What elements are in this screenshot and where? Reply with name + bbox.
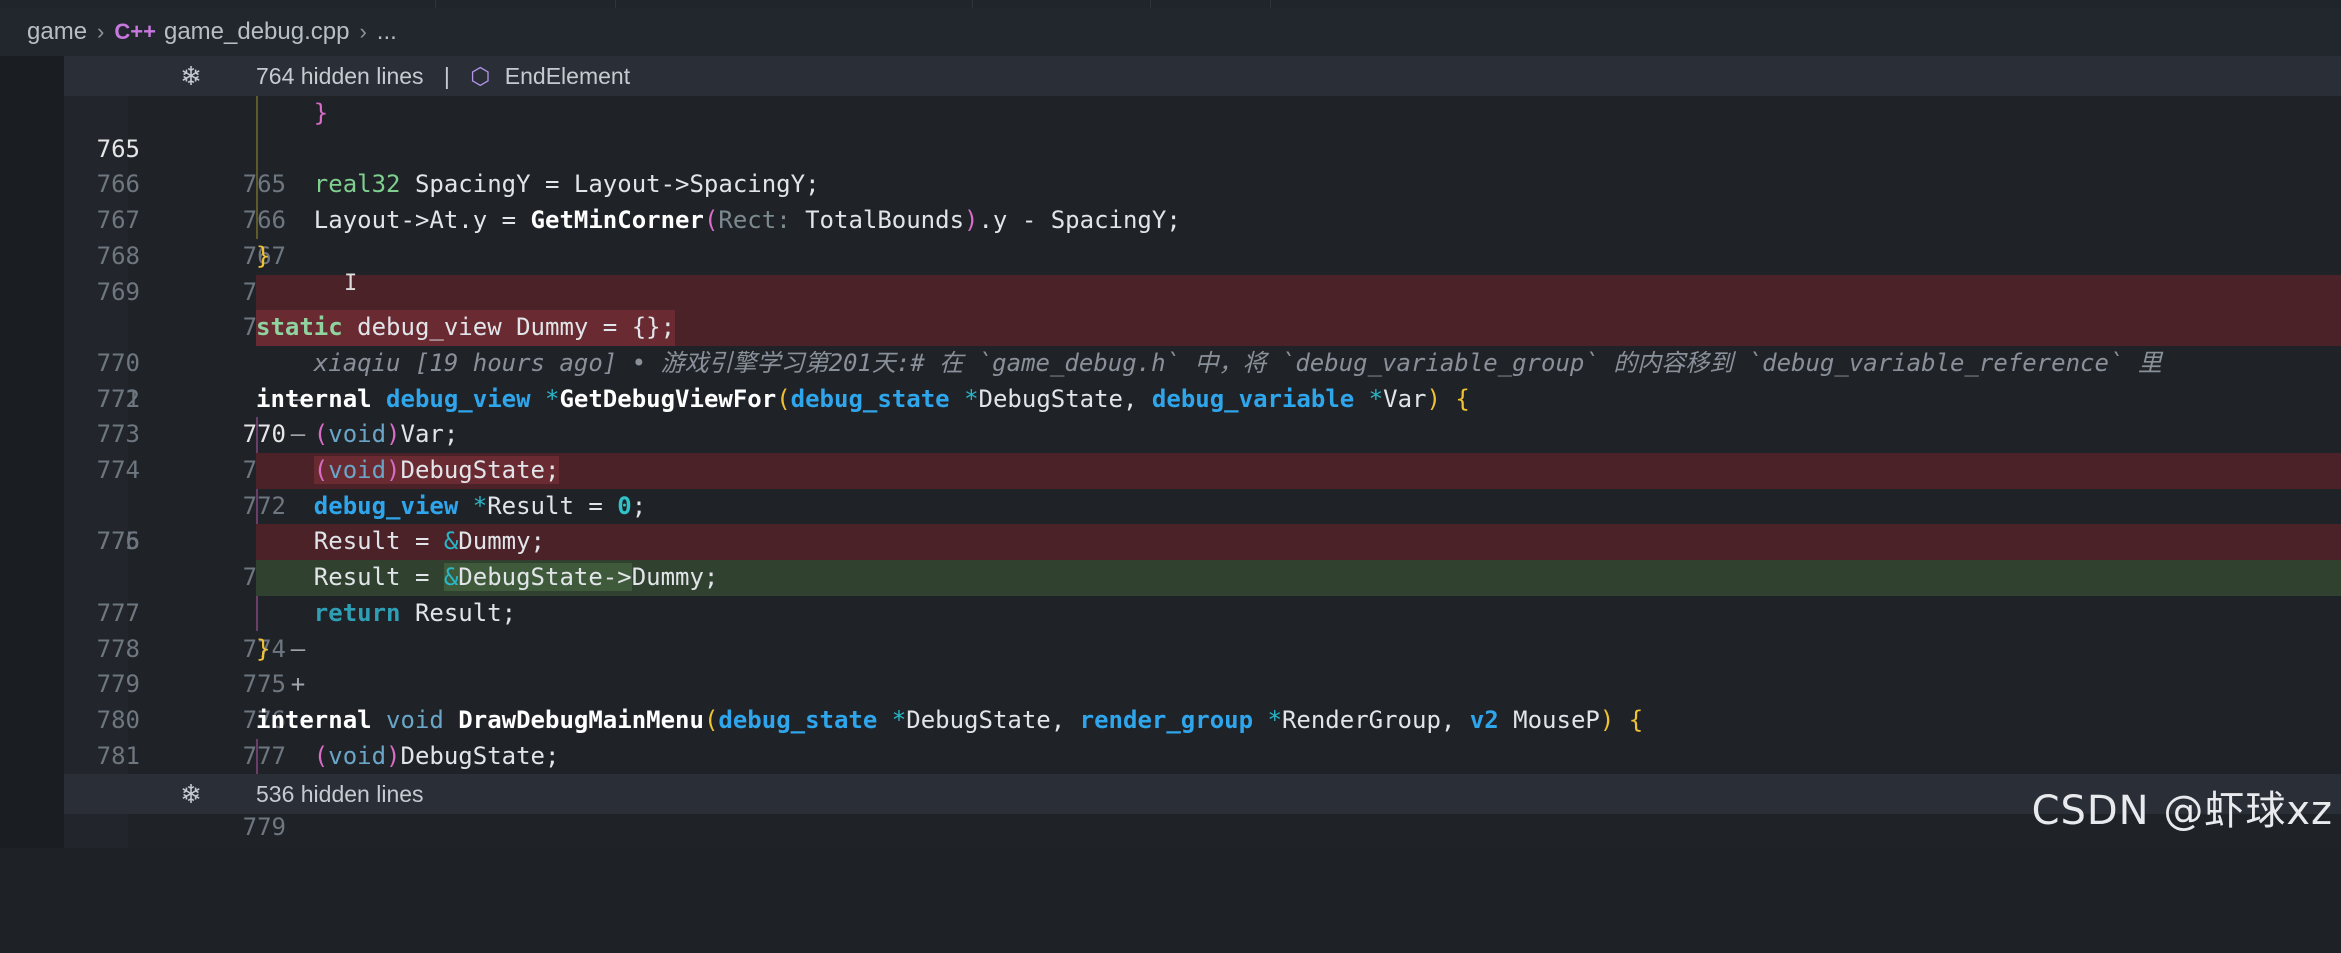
code-keyword: internal xyxy=(256,385,372,413)
code-type: v2 xyxy=(1470,706,1499,734)
code-type: real32 xyxy=(314,170,401,198)
inlay-hint: Rect: xyxy=(718,206,790,234)
code-text: Dummy; xyxy=(632,563,719,591)
breadcrumb-more[interactable]: ... xyxy=(377,18,397,46)
code-line-deleted[interactable]: 770 — xyxy=(64,275,2341,311)
code-text: Result = xyxy=(314,563,444,591)
tab-strip xyxy=(0,0,2341,8)
code-type: debug_view xyxy=(386,385,531,413)
code-text: } xyxy=(256,99,328,127)
code-line[interactable]: 769 769 } xyxy=(64,239,2341,275)
code-line[interactable]: 780 777 xyxy=(64,667,2341,703)
code-text: SpacingY = Layout->SpacingY; xyxy=(401,170,820,198)
fold-symbol[interactable]: EndElement xyxy=(505,63,630,89)
code-text: debug_view Dummy = {}; xyxy=(343,313,675,341)
code-text: DebugState, xyxy=(906,706,1065,734)
hidden-lines-fold-bottom[interactable]: ❄ 536 hidden lines xyxy=(128,774,2341,814)
cpp-file-icon: C++ xyxy=(114,19,156,45)
cube-icon: ⬡ xyxy=(470,63,490,89)
breadcrumb-file[interactable]: game_debug.cpp xyxy=(164,18,349,46)
snowflake-icon[interactable]: ❄ xyxy=(178,63,204,89)
code-text: Result = xyxy=(487,492,617,520)
code-text: Var; xyxy=(401,420,459,448)
snowflake-icon[interactable]: ❄ xyxy=(178,781,204,807)
code-line[interactable]: 767 767 real32 SpacingY = Layout->Spacin… xyxy=(64,167,2341,203)
code-text: DebugState-> xyxy=(458,563,631,591)
line-number-new: 779 xyxy=(176,810,286,846)
code-text: Layout->At.y = xyxy=(314,206,531,234)
code-line[interactable]: 765 765 } xyxy=(64,96,2341,132)
code-line[interactable]: 768 768 Layout->At.y = GetMinCorner(Rect… xyxy=(64,203,2341,239)
code-line-deleted[interactable]: 775 — (void)DebugState; xyxy=(64,453,2341,489)
chevron-right-icon: › xyxy=(359,19,366,45)
code-line[interactable]: 773 771 internal debug_view *GetDebugVie… xyxy=(64,382,2341,418)
code-line[interactable]: 779 776 } xyxy=(64,632,2341,668)
code-type: debug_state xyxy=(791,385,950,413)
code-keyword: internal xyxy=(256,706,372,734)
diff-editor[interactable]: ❄ 764 hidden lines | ⬡ EndElement 765 76… xyxy=(0,56,2341,848)
code-line[interactable]: 778 775 return Result; xyxy=(64,596,2341,632)
code-type: debug_view xyxy=(314,492,459,520)
code-text: Result = xyxy=(314,527,444,555)
code-line[interactable]: 776 773 debug_view *Result = 0; xyxy=(64,489,2341,525)
code-text: .y - SpacingY; xyxy=(978,206,1180,234)
code-text: Dummy; xyxy=(458,527,545,555)
code-text: DebugState, xyxy=(979,385,1138,413)
code-function: DrawDebugMainMenu xyxy=(458,706,704,734)
code-text: MouseP xyxy=(1513,706,1600,734)
code-text: } xyxy=(256,242,270,270)
code-line-deleted[interactable]: 771 — static debug_view Dummy = {}; xyxy=(64,310,2341,346)
code-keyword: return xyxy=(314,599,401,627)
code-line[interactable]: 782 779 (void)DebugState; xyxy=(64,739,2341,775)
watermark: CSDN @虾球xz xyxy=(2032,778,2333,836)
text-cursor-icon: I xyxy=(344,271,357,296)
code-text: TotalBounds xyxy=(791,206,964,234)
hidden-lines-fold-top[interactable]: ❄ 764 hidden lines | ⬡ EndElement xyxy=(128,56,2341,96)
code-keyword: void xyxy=(328,456,386,484)
code-text: DebugState; xyxy=(401,456,560,484)
code-function: GetMinCorner xyxy=(531,206,704,234)
code-line-added[interactable]: 774 + Result = &DebugState->Dummy; xyxy=(64,560,2341,596)
code-number: 0 xyxy=(617,492,631,520)
code-line[interactable]: 781 778 internal void DrawDebugMainMenu(… xyxy=(64,703,2341,739)
code-line[interactable]: 774 772 (void)Var; xyxy=(64,417,2341,453)
hidden-lines-count: 536 hidden lines xyxy=(256,781,424,807)
breadcrumb-folder[interactable]: game xyxy=(27,18,87,46)
code-text: DebugState; xyxy=(401,742,560,770)
code-text: RenderGroup, xyxy=(1282,706,1455,734)
code-keyword: void xyxy=(328,420,386,448)
code-type: debug_variable xyxy=(1152,385,1354,413)
hidden-lines-count: 764 hidden lines xyxy=(256,63,424,89)
code-line[interactable]: 772 770 xiaqiu [19 hours ago] • 游戏引擎学习第2… xyxy=(64,346,2341,382)
code-type: debug_state xyxy=(718,706,877,734)
code-line-deleted[interactable]: 777 — Result = &Dummy; xyxy=(64,524,2341,560)
fold-separator: | xyxy=(444,63,450,89)
code-keyword: static xyxy=(256,313,343,341)
code-type: render_group xyxy=(1080,706,1253,734)
activity-gutter xyxy=(0,56,64,848)
code-text: Result; xyxy=(401,599,517,627)
code-line[interactable]: 766 766 xyxy=(64,132,2341,168)
git-blame-annotation: xiaqiu [19 hours ago] • 游戏引擎学习第201天:# 在 … xyxy=(256,349,2162,377)
code-function: GetDebugViewFor xyxy=(559,385,776,413)
chevron-right-icon: › xyxy=(97,19,104,45)
code-keyword: void xyxy=(386,706,444,734)
code-text: Var xyxy=(1383,385,1426,413)
code-keyword: void xyxy=(328,742,386,770)
breadcrumb: game › C++ game_debug.cpp › ... xyxy=(0,8,2341,56)
